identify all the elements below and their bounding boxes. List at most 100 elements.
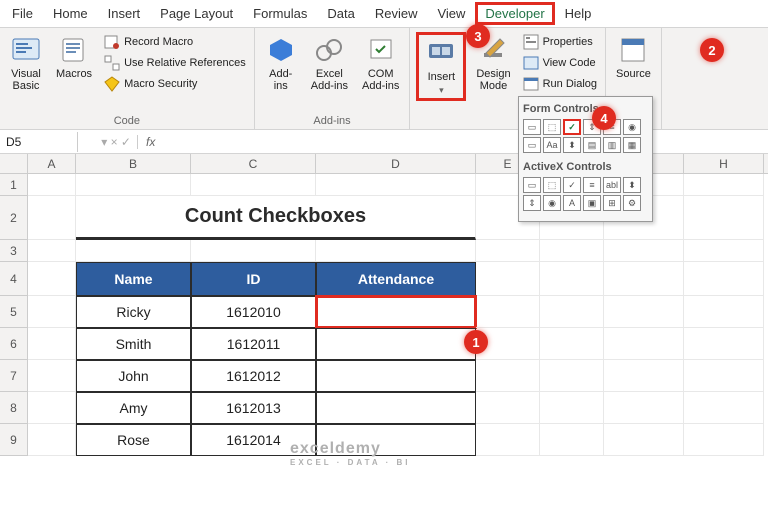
ribbon-group-label-addins: Add-ins bbox=[261, 113, 404, 127]
row-header-3[interactable]: 3 bbox=[0, 240, 28, 262]
table-row[interactable]: Amy bbox=[76, 392, 191, 424]
menu-help[interactable]: Help bbox=[555, 2, 602, 25]
ax-list-icon[interactable]: ≡ bbox=[583, 177, 601, 193]
ax-button-icon[interactable]: ▭ bbox=[523, 177, 541, 193]
menu-review[interactable]: Review bbox=[365, 2, 428, 25]
title-cell[interactable]: Count Checkboxes bbox=[76, 196, 476, 240]
row-header-4[interactable]: 4 bbox=[0, 262, 28, 296]
row-header-1[interactable]: 1 bbox=[0, 174, 28, 196]
form-checkbox-icon[interactable]: ✓ bbox=[563, 119, 581, 135]
visual-basic-button[interactable]: Visual Basic bbox=[6, 32, 46, 94]
form-combobox-icon[interactable]: ⬚ bbox=[543, 119, 561, 135]
col-header-h[interactable]: H bbox=[684, 154, 764, 173]
fx-icon[interactable]: fx bbox=[138, 135, 163, 149]
table-row[interactable]: 1612014 bbox=[191, 424, 316, 456]
form-control-12-icon[interactable]: ▦ bbox=[623, 137, 641, 153]
properties-button[interactable]: Properties bbox=[521, 32, 599, 52]
row-header-2[interactable]: 2 bbox=[0, 196, 28, 240]
form-control-10-icon[interactable]: ▤ bbox=[583, 137, 601, 153]
table-row[interactable]: 1612010 bbox=[191, 296, 316, 328]
com-addins-icon bbox=[365, 34, 397, 66]
menu-data[interactable]: Data bbox=[317, 2, 364, 25]
record-macro-button[interactable]: Record Macro bbox=[102, 32, 248, 52]
run-dialog-button[interactable]: Run Dialog bbox=[521, 74, 599, 94]
menu-page-layout[interactable]: Page Layout bbox=[150, 2, 243, 25]
properties-icon bbox=[523, 34, 539, 50]
use-relative-refs-button[interactable]: Use Relative References bbox=[102, 53, 248, 73]
row-header-8[interactable]: 8 bbox=[0, 392, 28, 424]
run-dialog-icon bbox=[523, 76, 539, 92]
ax-toggle-icon[interactable]: ⊞ bbox=[603, 195, 621, 211]
macro-security-button[interactable]: Macro Security bbox=[102, 74, 248, 94]
excel-addins-icon bbox=[313, 34, 345, 66]
cell-a1[interactable] bbox=[28, 174, 76, 196]
ax-combo-icon[interactable]: ⬚ bbox=[543, 177, 561, 193]
form-option-icon[interactable]: ◉ bbox=[623, 119, 641, 135]
row-header-9[interactable]: 9 bbox=[0, 424, 28, 456]
cell-b1[interactable] bbox=[76, 174, 191, 196]
form-label-icon[interactable]: Aa bbox=[543, 137, 561, 153]
col-header-c[interactable]: C bbox=[191, 154, 316, 173]
excel-addins-button[interactable]: Excel Add-ins bbox=[307, 32, 352, 94]
select-all-corner[interactable] bbox=[0, 154, 28, 173]
table-row[interactable]: 1612011 bbox=[191, 328, 316, 360]
addins-button[interactable]: Add- ins bbox=[261, 32, 301, 94]
insert-controls-icon bbox=[425, 37, 457, 69]
ax-option-icon[interactable]: ◉ bbox=[543, 195, 561, 211]
form-control-11-icon[interactable]: ▥ bbox=[603, 137, 621, 153]
table-row[interactable]: 1612013 bbox=[191, 392, 316, 424]
menu-file[interactable]: File bbox=[2, 2, 43, 25]
insert-controls-button[interactable]: Insert ▾ bbox=[416, 32, 466, 101]
cell-d1[interactable] bbox=[316, 174, 476, 196]
view-code-button[interactable]: View Code bbox=[521, 53, 599, 73]
row-header-5[interactable]: 5 bbox=[0, 296, 28, 328]
row-header-7[interactable]: 7 bbox=[0, 360, 28, 392]
ax-label-icon[interactable]: A bbox=[563, 195, 581, 211]
menu-view[interactable]: View bbox=[427, 2, 475, 25]
cell-a2[interactable] bbox=[28, 196, 76, 240]
table-row[interactable] bbox=[316, 392, 476, 424]
cell-h2[interactable] bbox=[684, 196, 764, 240]
form-groupbox-icon[interactable]: ▭ bbox=[523, 137, 541, 153]
formula-input[interactable] bbox=[163, 139, 768, 145]
cell-d5-selected[interactable] bbox=[316, 296, 476, 328]
ax-textbox-icon[interactable]: abl bbox=[603, 177, 621, 193]
col-header-a[interactable]: A bbox=[28, 154, 76, 173]
table-header-id[interactable]: ID bbox=[191, 262, 316, 296]
menu-home[interactable]: Home bbox=[43, 2, 98, 25]
chevron-down-icon: ▾ bbox=[439, 85, 444, 96]
table-row[interactable] bbox=[316, 424, 476, 456]
form-button-icon[interactable]: ▭ bbox=[523, 119, 541, 135]
source-button[interactable]: Source bbox=[612, 32, 655, 82]
menu-formulas[interactable]: Formulas bbox=[243, 2, 317, 25]
menu-insert[interactable]: Insert bbox=[98, 2, 151, 25]
name-box[interactable]: D5 bbox=[0, 132, 78, 152]
table-header-attendance[interactable]: Attendance bbox=[316, 262, 476, 296]
row-header-6[interactable]: 6 bbox=[0, 328, 28, 360]
table-row[interactable]: Rose bbox=[76, 424, 191, 456]
table-row[interactable] bbox=[316, 328, 476, 360]
cell-c1[interactable] bbox=[191, 174, 316, 196]
cell-h1[interactable] bbox=[684, 174, 764, 196]
ax-image-icon[interactable]: ▣ bbox=[583, 195, 601, 211]
table-row[interactable]: Smith bbox=[76, 328, 191, 360]
table-row[interactable]: John bbox=[76, 360, 191, 392]
ribbon-group-code: Visual Basic Macros Record Macro Use Rel… bbox=[0, 28, 255, 129]
form-scrollbar-icon[interactable]: ⬍ bbox=[563, 137, 581, 153]
com-addins-button[interactable]: COM Add-ins bbox=[358, 32, 403, 94]
menu-developer[interactable]: Developer bbox=[475, 2, 554, 25]
ax-spin-icon[interactable]: ⇕ bbox=[523, 195, 541, 211]
col-header-b[interactable]: B bbox=[76, 154, 191, 173]
relative-refs-icon bbox=[104, 55, 120, 71]
macros-button[interactable]: Macros bbox=[52, 32, 96, 82]
ax-scroll-icon[interactable]: ⬍ bbox=[623, 177, 641, 193]
table-row[interactable]: Ricky bbox=[76, 296, 191, 328]
ax-checkbox-icon[interactable]: ✓ bbox=[563, 177, 581, 193]
col-header-d[interactable]: D bbox=[316, 154, 476, 173]
table-row[interactable] bbox=[316, 360, 476, 392]
table-header-name[interactable]: Name bbox=[76, 262, 191, 296]
table-row[interactable]: 1612012 bbox=[191, 360, 316, 392]
ribbon-group-addins: Add- ins Excel Add-ins COM Add-ins Add-i… bbox=[255, 28, 411, 129]
view-code-icon bbox=[523, 55, 539, 71]
ax-more-icon[interactable]: ⚙ bbox=[623, 195, 641, 211]
